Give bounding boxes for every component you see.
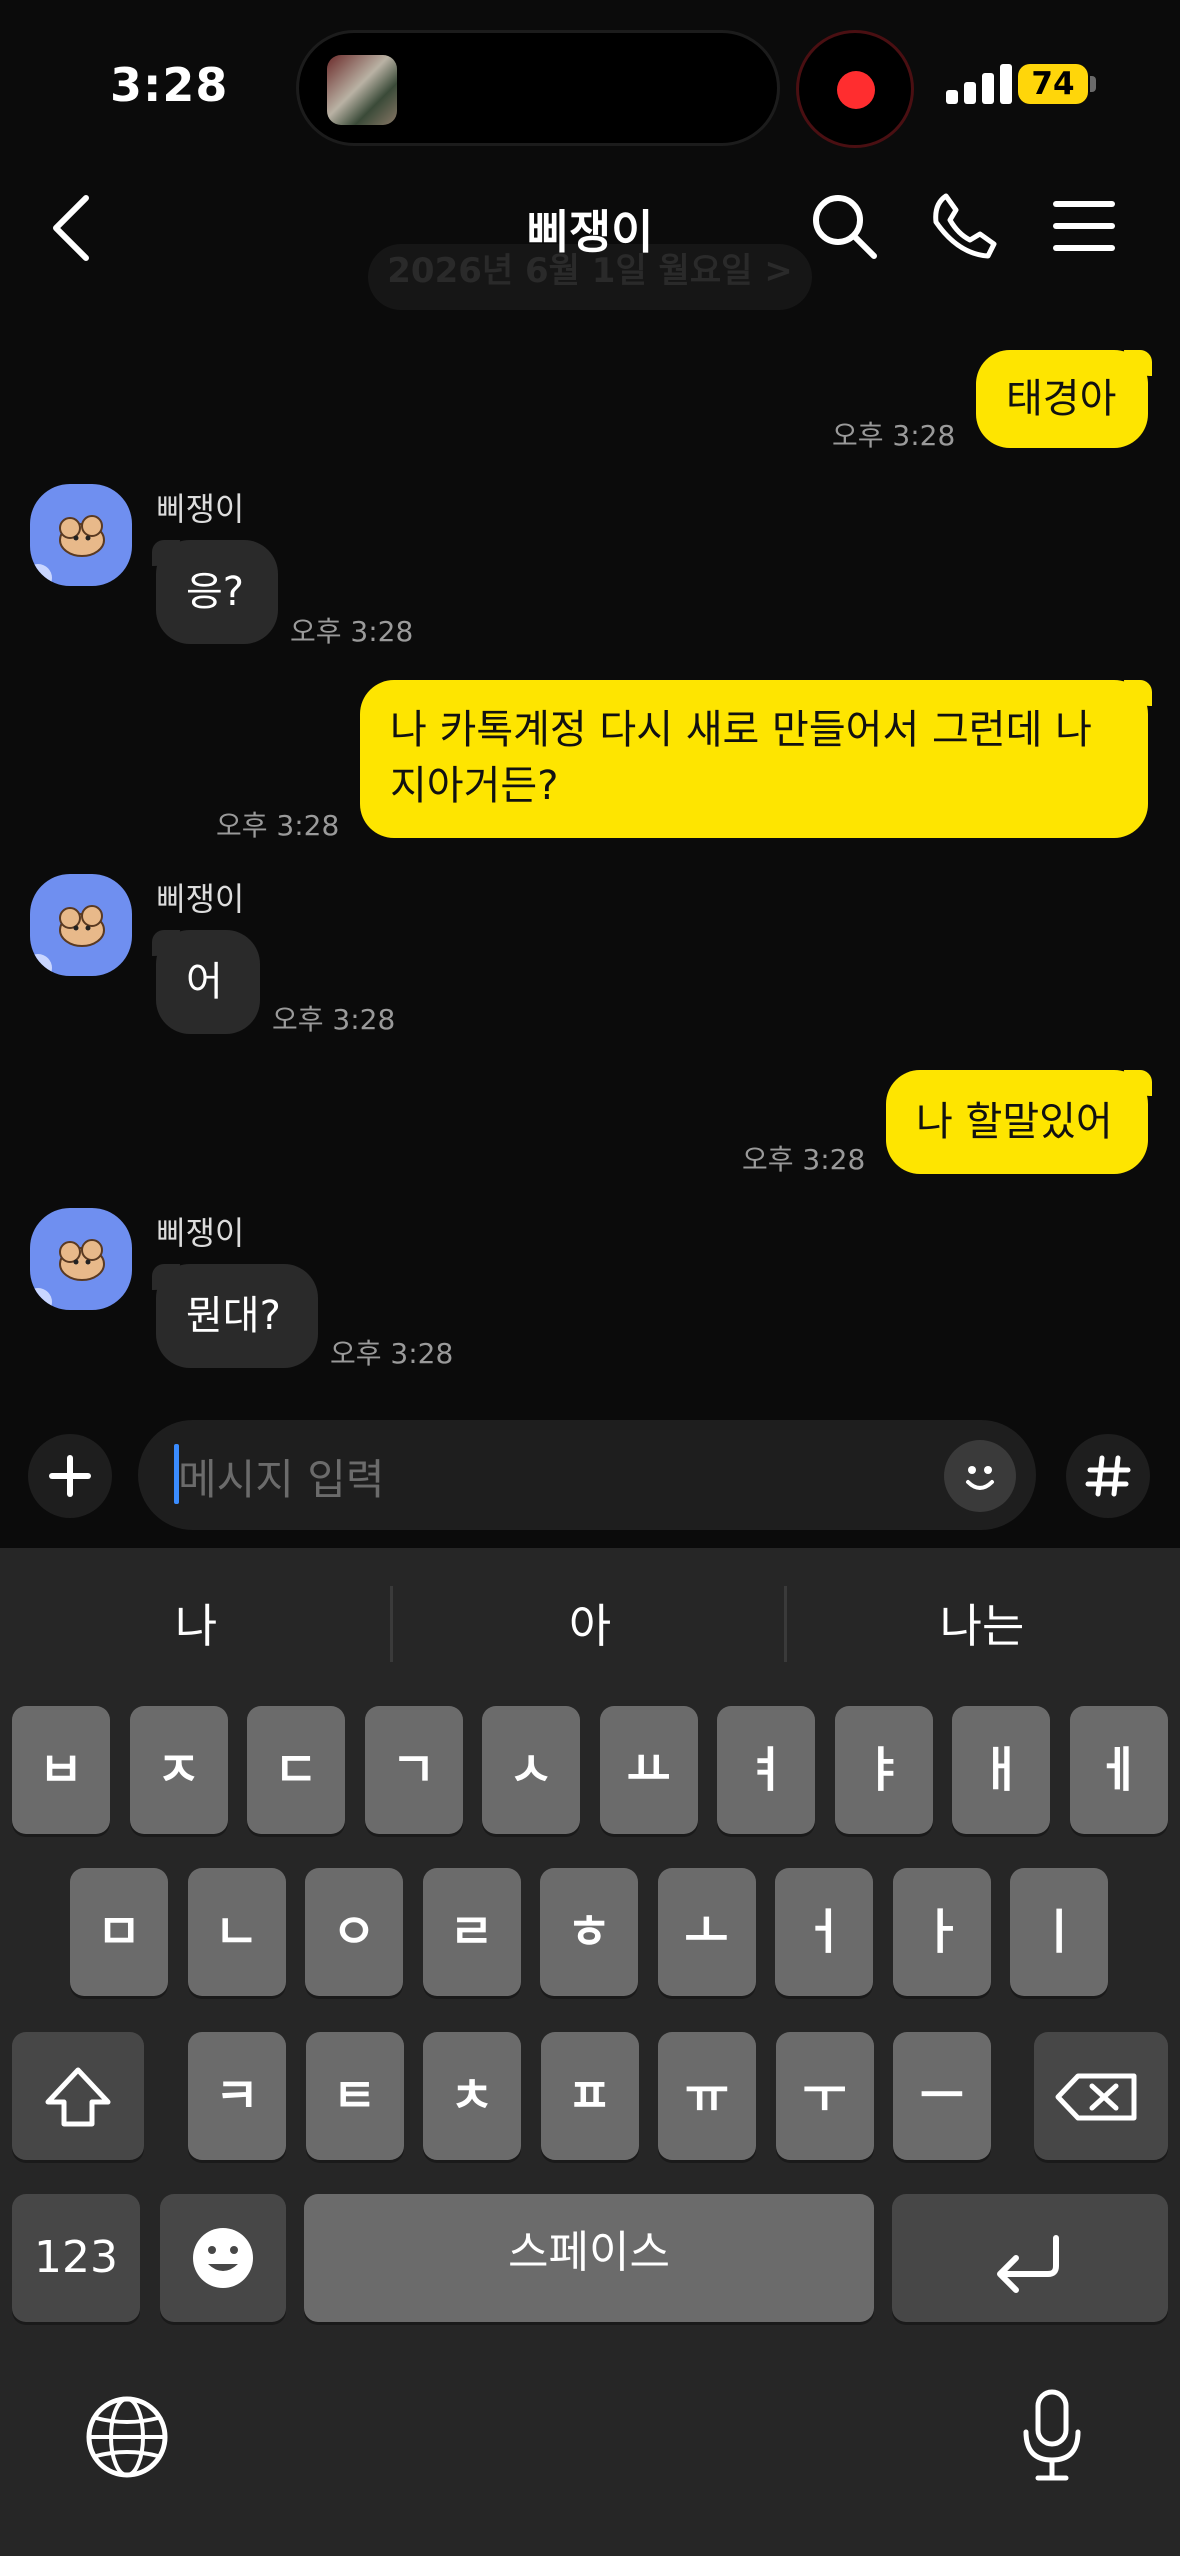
suggestion-divider [390, 1586, 393, 1662]
emoticon-button[interactable] [944, 1440, 1016, 1512]
return-icon [997, 2235, 1059, 2293]
key-row1-1[interactable]: ㅂ [12, 1706, 110, 1834]
key-row1-5[interactable]: ㅅ [482, 1706, 580, 1834]
battery-indicator: 74 [1018, 64, 1088, 104]
back-icon[interactable] [46, 192, 106, 264]
suggestion-1[interactable]: 나 [6, 1590, 386, 1656]
key-row2-3[interactable]: ㅇ [305, 1868, 403, 1996]
message-line: 나 카톡계정 다시 새로 만들어서 그런데 나 [390, 707, 1092, 753]
key-row1-8[interactable]: ㅑ [834, 1706, 933, 1834]
plus-icon [49, 1455, 91, 1497]
emoji-icon [193, 2228, 253, 2288]
key-row1-4[interactable]: ㄱ [364, 1706, 463, 1834]
key-row1-6[interactable]: ㅛ [599, 1706, 698, 1834]
message-time: 오후 3:28 [216, 809, 340, 842]
status-time: 3:28 [110, 58, 229, 112]
avatar[interactable] [30, 1208, 132, 1310]
key-row2-4[interactable]: ㄹ [422, 1868, 521, 1996]
key-row3-1[interactable]: ㅋ [188, 2032, 286, 2160]
suggestion-divider [784, 1586, 787, 1662]
my-message-bubble[interactable]: 나 할말있어 [886, 1070, 1152, 1174]
microphone-icon[interactable] [1012, 2386, 1092, 2486]
message-time: 오후 3:28 [832, 419, 956, 452]
avatar[interactable] [30, 874, 132, 976]
key-row1-10[interactable]: ㅔ [1069, 1706, 1168, 1834]
message-time: 오후 3:28 [742, 1143, 866, 1176]
shift-icon [45, 2067, 111, 2127]
my-message-bubble[interactable]: 나 카톡계정 다시 새로 만들어서 그런데 나 지아거든? [360, 680, 1152, 838]
key-row3-5[interactable]: ㅠ [658, 2032, 756, 2160]
dog-avatar-icon [30, 1239, 105, 1310]
key-row3-7[interactable]: ㅡ [893, 2032, 991, 2160]
their-message-bubble[interactable]: 뭔대? [152, 1264, 318, 1368]
key-row2-5[interactable]: ㅎ [540, 1868, 638, 1996]
cellular-signal-icon [946, 62, 1012, 104]
sender-name: 삐쟁이 [156, 1214, 245, 1252]
return-key[interactable] [892, 2194, 1168, 2322]
dog-avatar-icon [30, 515, 105, 586]
now-playing-thumbnail [327, 55, 397, 125]
search-icon[interactable] [808, 190, 880, 262]
message-time: 오후 3:28 [272, 1003, 396, 1036]
key-row3-4[interactable]: ㅍ [540, 2032, 639, 2160]
key-row1-9[interactable]: ㅐ [952, 1706, 1050, 1834]
backspace-icon [1055, 2073, 1137, 2121]
key-row1-2[interactable]: ㅈ [129, 1706, 228, 1834]
suggestion-2[interactable]: 아 [400, 1590, 780, 1656]
key-row3-2[interactable]: ㅌ [305, 2032, 404, 2160]
key-row2-6[interactable]: ㅗ [657, 1868, 756, 1996]
add-attachment-button[interactable] [28, 1434, 112, 1518]
message-time: 오후 3:28 [330, 1337, 454, 1370]
hashtag-button[interactable] [1066, 1434, 1150, 1518]
emoji-icon [966, 1466, 994, 1490]
chat-title: 삐쟁이 [526, 205, 654, 259]
recording-indicator[interactable] [796, 30, 914, 148]
key-row1-3[interactable]: ㄷ [247, 1706, 345, 1834]
sender-name: 삐쟁이 [156, 490, 245, 528]
message-line: 지아거든? [390, 763, 559, 809]
key-row2-2[interactable]: ㄴ [187, 1868, 286, 1996]
battery-tip [1090, 76, 1096, 92]
menu-icon[interactable] [1048, 190, 1120, 262]
emoji-key[interactable] [160, 2194, 286, 2322]
key-row2-9[interactable]: ㅣ [1010, 1868, 1108, 1996]
hashtag-icon [1085, 1455, 1131, 1497]
numbers-key[interactable]: 123 [12, 2194, 140, 2322]
their-message-bubble[interactable]: 어 [152, 930, 260, 1034]
sender-name: 삐쟁이 [156, 880, 245, 918]
key-row3-6[interactable]: ㅜ [775, 2032, 874, 2160]
my-message-bubble[interactable]: 태경아 [976, 350, 1152, 448]
phone-icon[interactable] [928, 190, 1000, 262]
key-row2-1[interactable]: ㅁ [70, 1868, 168, 1996]
their-message-bubble[interactable]: 응? [152, 540, 278, 644]
key-row2-8[interactable]: ㅏ [892, 1868, 991, 1996]
message-time: 오후 3:28 [290, 615, 414, 648]
space-key[interactable]: 스페이스 [304, 2194, 874, 2322]
key-row2-7[interactable]: ㅓ [775, 1868, 873, 1996]
record-dot-icon [837, 71, 875, 109]
dynamic-island[interactable] [296, 30, 780, 146]
key-row3-3[interactable]: ㅊ [423, 2032, 521, 2160]
backspace-key[interactable] [1034, 2032, 1168, 2160]
suggestion-3[interactable]: 나는 [792, 1590, 1172, 1656]
globe-icon[interactable] [82, 2392, 172, 2482]
dog-avatar-icon [30, 905, 105, 976]
shift-key[interactable] [12, 2032, 144, 2160]
message-input-placeholder: 메시지 입력 [178, 1455, 385, 1504]
avatar[interactable] [30, 484, 132, 586]
key-row1-7[interactable]: ㅕ [717, 1706, 815, 1834]
